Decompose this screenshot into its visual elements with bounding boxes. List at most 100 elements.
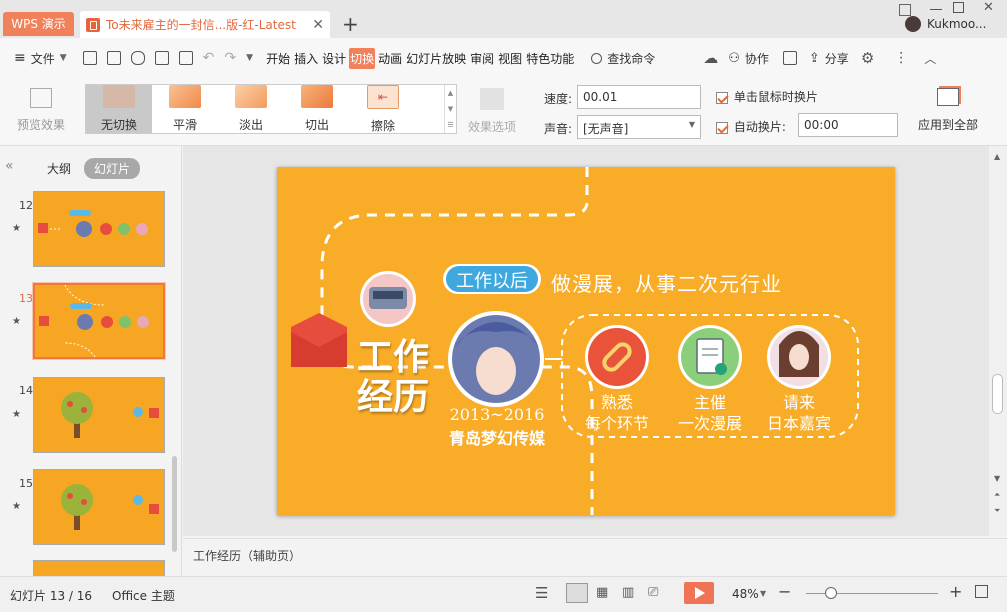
normal-view-icon[interactable] (566, 583, 588, 603)
effect-smooth[interactable]: 平滑 (152, 85, 218, 133)
slide-thumb-graphic (61, 392, 159, 438)
cloud-icon: ☁ (703, 49, 719, 67)
user-account[interactable]: Kukmoo... (905, 16, 986, 32)
collapse-ribbon-icon[interactable]: ︿ (924, 50, 936, 67)
tab-design[interactable]: 设计 (321, 48, 347, 69)
presenter-view-icon[interactable]: ⎚ (648, 585, 658, 600)
gallery-down-icon[interactable]: ▼ (448, 105, 453, 113)
gallery-up-icon[interactable]: ▲ (448, 89, 453, 97)
collab-button[interactable]: ⚇ 协作 (728, 50, 769, 67)
settings-gear-icon[interactable]: ⚙ (861, 49, 874, 67)
format-painter-icon[interactable] (130, 51, 145, 65)
effect-smooth-icon (169, 85, 201, 108)
notes-pane[interactable]: 工作经历（辅助页） (183, 538, 1007, 576)
scroll-down-icon[interactable]: ▼ (994, 474, 1000, 483)
document-tab[interactable]: To未来雇主的一封信...版-红-Latest ✕ (80, 11, 330, 38)
search-command[interactable]: 查找命令 (591, 50, 655, 67)
notes-toggle-icon[interactable]: ☰ (535, 584, 548, 602)
print-preview-icon[interactable] (178, 51, 193, 65)
new-tab-button[interactable]: + (342, 12, 359, 36)
tab-outline[interactable]: 大纲 (47, 160, 71, 177)
tab-animation[interactable]: 动画 (377, 48, 403, 69)
file-menu-label: 文件 (30, 51, 55, 66)
close-tab-icon[interactable]: ✕ (312, 17, 324, 33)
minimize-icon[interactable] (930, 9, 942, 10)
cloud-sync[interactable]: ☁ (703, 49, 718, 67)
effect-none[interactable]: 无切换 (86, 85, 152, 133)
effect-cut[interactable]: 切出 (284, 85, 350, 133)
customize-chevron-icon[interactable]: ▼ (246, 53, 253, 63)
auto-advance-checkbox[interactable] (716, 121, 728, 134)
prev-slide-icon[interactable]: ⏶ (994, 490, 1000, 500)
click-advance-checkbox[interactable] (716, 91, 728, 104)
tab-slides[interactable]: 幻灯片 (84, 158, 141, 179)
redo-icon[interactable]: ↷ (224, 50, 236, 66)
main-toolbar: ≡ 文件 ▼ ↶ ↷ ▼ 开始 插入 设计 切换 动画 幻灯片放映 审阅 视图 … (0, 38, 1007, 78)
gallery-more-icon[interactable]: ☰ (447, 121, 453, 129)
tab-transition[interactable]: 切换 (349, 47, 376, 69)
effect-fade[interactable]: 淡出 (218, 85, 284, 133)
current-slide[interactable]: 工作 经历 工作以后 做漫展，从事二次元行业 2013~2016 青岛梦幻传媒 … (277, 167, 895, 515)
more-options-icon[interactable]: ⋮ (894, 50, 908, 66)
tab-insert[interactable]: 插入 (293, 48, 319, 69)
gallery-scroller[interactable]: ▲ ▼ ☰ (444, 85, 456, 133)
slide-subtitle: 做漫展，从事二次元行业 (551, 272, 782, 296)
next-slide-icon[interactable]: ⏷ (994, 506, 1000, 516)
preview-icon (30, 88, 52, 108)
play-slideshow-button[interactable] (684, 582, 714, 604)
save-icon[interactable] (106, 51, 121, 65)
slide-sorter-icon[interactable]: ▦ (596, 585, 608, 600)
tab-home[interactable]: 开始 (265, 48, 291, 69)
fit-window-icon[interactable] (975, 585, 988, 598)
tab-features[interactable]: 特色功能 (525, 48, 575, 69)
maximize-icon[interactable] (953, 2, 964, 13)
slide-thumbnail-14[interactable] (33, 377, 165, 453)
effect-wipe-label: 擦除 (370, 118, 395, 133)
slide-number-selected: 13 (19, 292, 33, 305)
transition-gallery: 无切换 平滑 淡出 切出 ⇤ 擦除 ▲ ▼ ☰ (85, 84, 457, 134)
file-menu[interactable]: ≡ 文件 ▼ (14, 50, 67, 67)
scroll-up-icon[interactable]: ▲ (994, 152, 1000, 161)
sound-select[interactable]: [无声音] ▼ (577, 115, 701, 139)
zoom-slider-thumb[interactable] (825, 587, 837, 599)
editor-scrollbar[interactable]: ▲ ▼ ⏶ ⏷ (989, 146, 1007, 536)
speed-input[interactable]: 00.01 (577, 85, 701, 109)
scroll-thumb[interactable] (992, 374, 1003, 414)
zoom-out-button[interactable]: − (778, 582, 791, 601)
tab-slideshow[interactable]: 幻灯片放映 (405, 48, 467, 69)
effect-smooth-label: 平滑 (172, 118, 197, 132)
slide-thumbnail-16[interactable] (33, 560, 165, 576)
app-tab[interactable]: WPS 演示 (3, 12, 74, 36)
panel-scrollbar[interactable] (172, 456, 177, 552)
tab-view[interactable]: 视图 (497, 48, 523, 69)
slide-thumbnail-15[interactable] (33, 469, 165, 545)
zoom-in-button[interactable]: + (949, 582, 962, 601)
auto-advance-option[interactable]: 自动换片: (716, 118, 786, 135)
close-window-icon[interactable]: ✕ (983, 0, 994, 15)
effect-fade-label: 淡出 (238, 118, 263, 132)
click-advance-option[interactable]: 单击鼠标时换片 (716, 88, 818, 105)
apply-all-button[interactable]: 应用到全部 (912, 88, 984, 133)
reading-view-icon[interactable]: ▥ (622, 585, 634, 600)
zoom-dropdown-icon[interactable]: ▼ (760, 589, 766, 598)
transition-ribbon: 预览效果 无切换 平滑 淡出 切出 ⇤ 擦除 ▲ ▼ ☰ 效果选项 速度: 00… (0, 78, 1007, 146)
share-button[interactable]: ⇪ 分享 (809, 50, 849, 67)
preview-effect-button[interactable]: 预览效果 (12, 88, 70, 133)
effect-options-button[interactable]: 效果选项 (462, 88, 522, 135)
print-icon[interactable] (154, 51, 169, 65)
theme-name[interactable]: Office 主题 (112, 587, 175, 604)
slide-thumbnail-12[interactable] (33, 191, 165, 267)
auto-advance-time-input[interactable]: 00:00 (798, 113, 898, 137)
document-icon[interactable] (782, 51, 797, 65)
undo-icon[interactable]: ↶ (203, 50, 215, 66)
zoom-level[interactable]: 48% (732, 587, 759, 601)
slide-thumbnail-13[interactable] (32, 282, 166, 360)
tab-review[interactable]: 审阅 (469, 48, 495, 69)
effect-wipe[interactable]: ⇤ 擦除 (350, 84, 416, 133)
effect-cut-icon (301, 85, 333, 108)
slide-panel: « 大纲 幻灯片 12 ★ 13 ★ 14 ★ 15 ★ (0, 146, 182, 576)
collapse-panel-icon[interactable]: « (5, 158, 14, 174)
restore-icon[interactable] (899, 4, 911, 16)
slide-thumb-graphic (61, 484, 159, 530)
open-folder-icon[interactable] (82, 51, 97, 65)
